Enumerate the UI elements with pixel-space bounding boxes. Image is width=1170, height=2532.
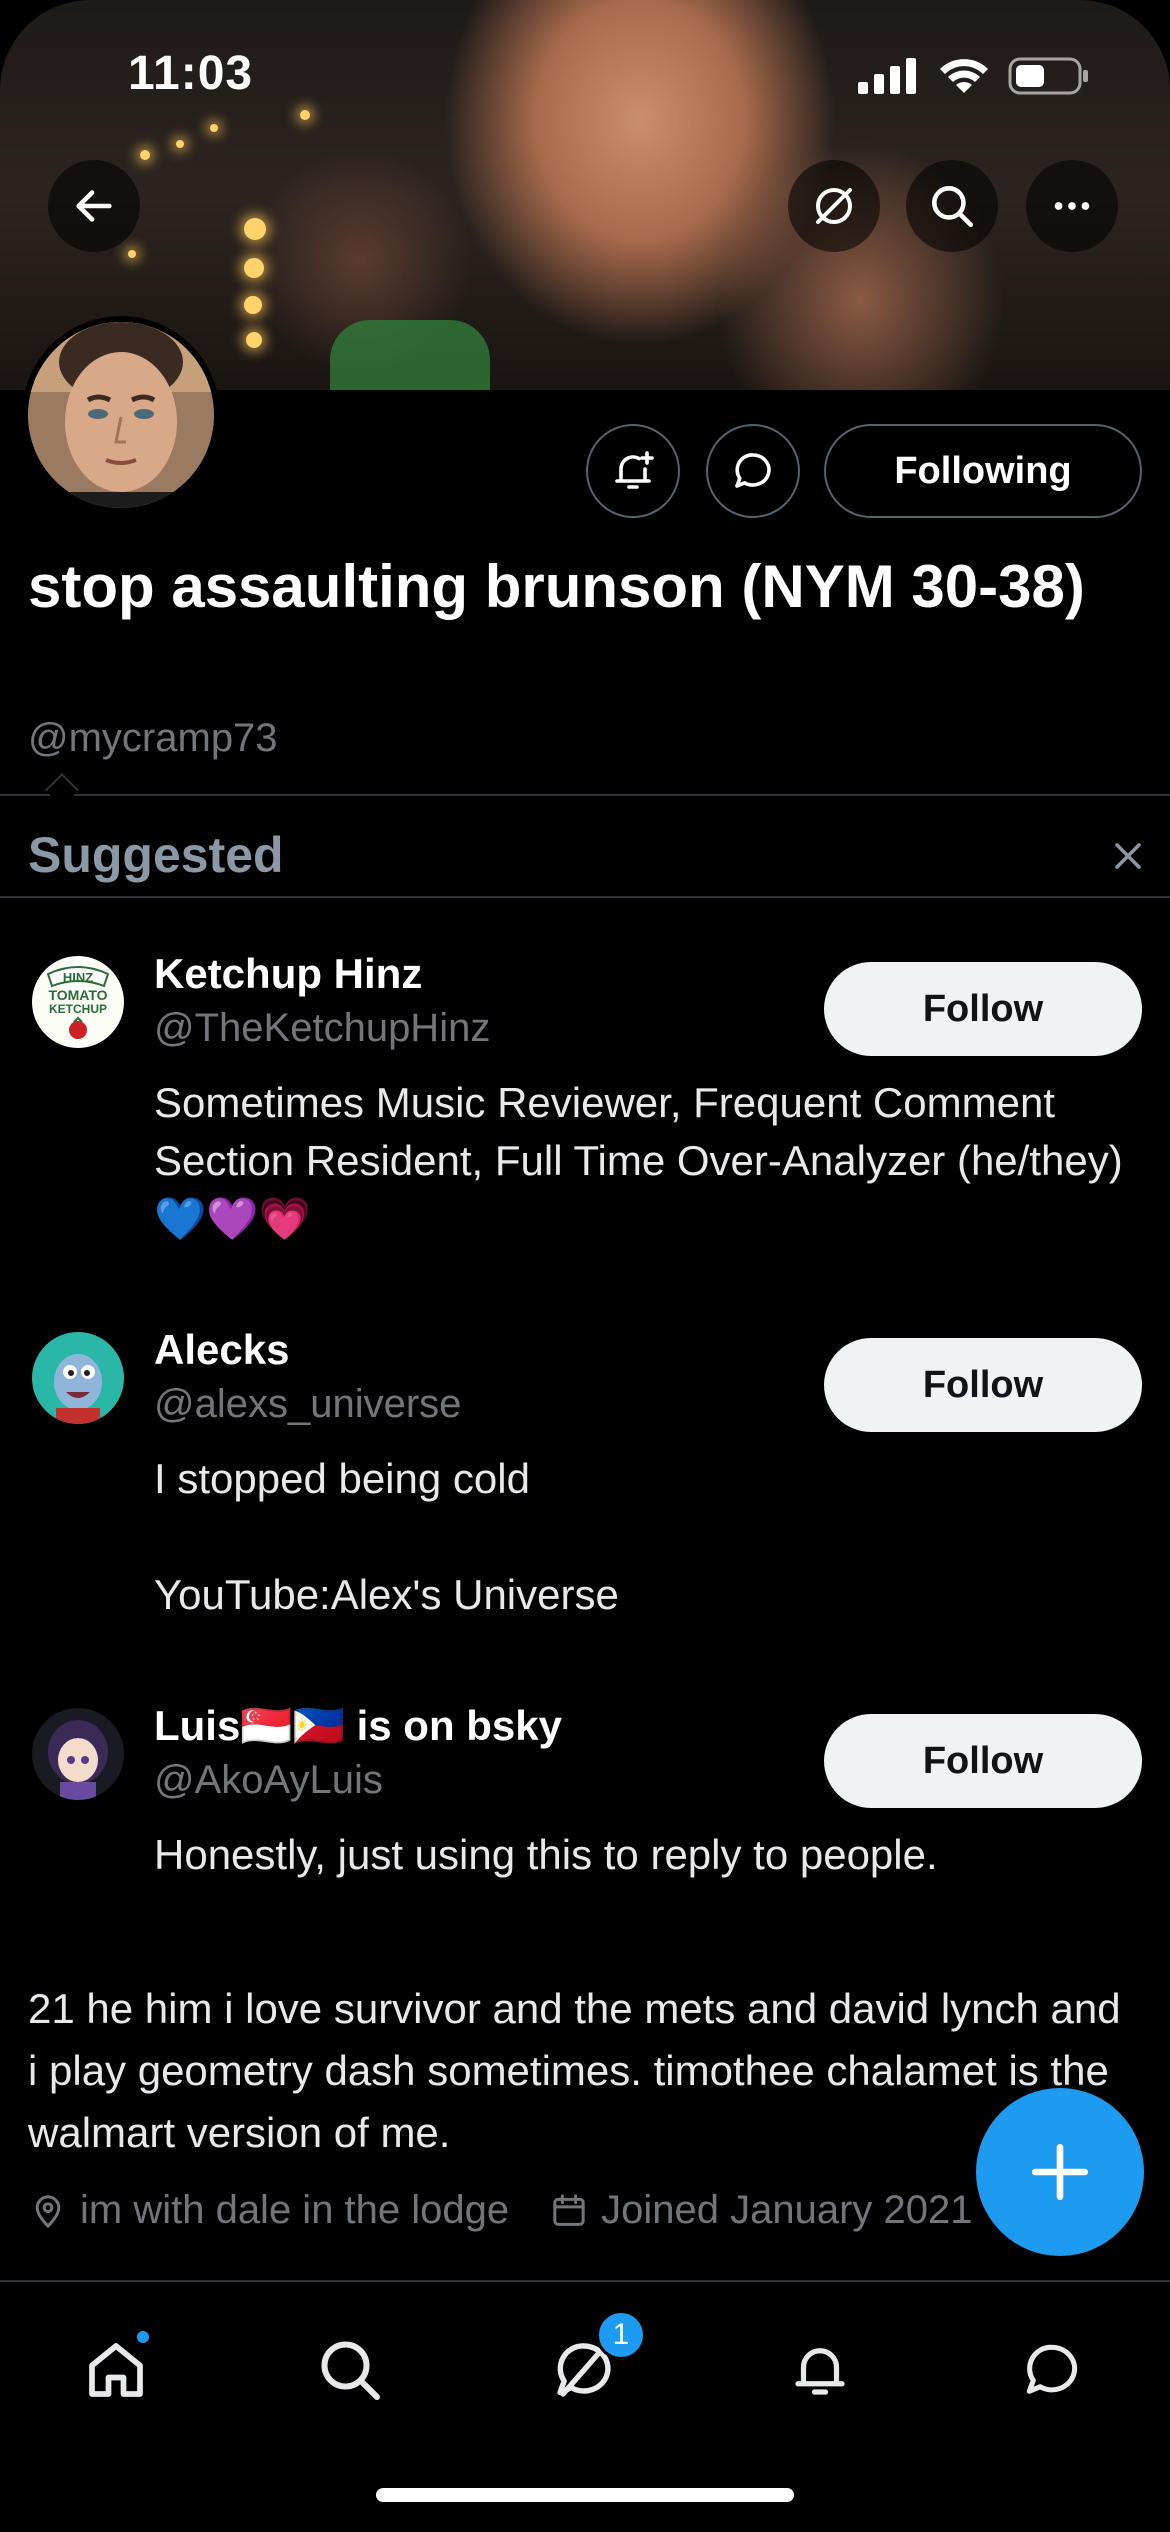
suggested-name[interactable]: Ketchup Hinz — [154, 950, 422, 998]
profile-display-name: stop assaulting brunson (NYM 30-38) — [28, 553, 1085, 620]
suggested-name[interactable]: Luis🇸🇬🇵🇭 is on bsky — [154, 1702, 562, 1751]
svg-text:TOMATO: TOMATO — [48, 987, 107, 1003]
back-button[interactable] — [48, 160, 140, 252]
suggested-bio: Sometimes Music Reviewer, Frequent Comme… — [154, 1079, 1135, 1242]
svg-text:HINZ: HINZ — [63, 970, 93, 985]
following-button[interactable]: Following — [824, 424, 1142, 518]
svg-text:KETCHUP: KETCHUP — [49, 1002, 107, 1016]
suggested-bio: Honestly, just using this to reply to pe… — [154, 1831, 938, 1878]
search-icon — [321, 2341, 380, 2400]
joined-item: Joined January 2021 — [549, 2188, 973, 2233]
suggested-name[interactable]: Alecks — [154, 1326, 289, 1374]
suggested-handle: @TheKetchupHinz — [154, 1006, 491, 1050]
notification-badge: 1 — [596, 2310, 646, 2360]
suggested-avatar[interactable] — [32, 1708, 124, 1800]
battery-icon — [1008, 57, 1088, 95]
follow-button[interactable]: Follow — [824, 1338, 1142, 1432]
no-retweets-button[interactable] — [788, 160, 880, 252]
follow-button[interactable]: Follow — [824, 962, 1142, 1056]
divider — [0, 794, 1170, 796]
avatar-anime-girl — [32, 1708, 124, 1800]
location-pin-icon — [35, 2194, 61, 2228]
more-horizontal-icon — [1054, 202, 1090, 210]
tab-notifications[interactable] — [772, 2322, 868, 2418]
compose-post-button[interactable] — [976, 2088, 1144, 2256]
notifications-subscribe-button[interactable] — [586, 424, 680, 518]
plus-icon — [1031, 2143, 1089, 2201]
profile-bio: 21 he him i love survivor and the mets a… — [28, 1985, 1121, 2156]
calendar-icon — [553, 2194, 585, 2226]
bell-plus-icon — [615, 451, 654, 489]
follow-button[interactable]: Follow — [824, 1714, 1142, 1808]
bell-icon — [795, 2348, 845, 2395]
arrow-left-icon — [76, 190, 112, 222]
wifi-icon — [940, 59, 988, 93]
status-time: 11:03 — [128, 47, 254, 100]
tab-chat[interactable]: 1 — [536, 2310, 646, 2418]
suggested-title: Suggested — [28, 827, 284, 883]
retweet-off-icon — [816, 188, 852, 224]
chat-bubble-icon — [735, 453, 771, 488]
joined-text: Joined January 2021 — [601, 2188, 973, 2232]
location-text: im with dale in the lodge — [80, 2188, 510, 2232]
status-icons — [858, 56, 1090, 96]
avatar-photo — [28, 322, 214, 508]
suggested-avatar[interactable]: HINZ TOMATO KETCHUP — [32, 956, 124, 1048]
close-icon — [1115, 843, 1141, 869]
close-suggested-button[interactable] — [1100, 828, 1156, 884]
profile-meta: im with dale in the lodge Joined January… — [28, 2188, 1013, 2233]
suggested-handle: @AkoAyLuis — [154, 1758, 383, 1802]
chat-bubble-icon — [1026, 2344, 1078, 2394]
tab-home[interactable] — [68, 2322, 164, 2418]
profile-screen: 11:03 Following stop assaulting brunson … — [0, 0, 1170, 2532]
profile-avatar[interactable] — [22, 316, 220, 514]
search-profile-button[interactable] — [906, 160, 998, 252]
suggested-avatar[interactable] — [32, 1332, 124, 1424]
cellular-signal-icon — [858, 58, 916, 94]
unread-dot — [134, 2328, 152, 2346]
suggested-bio: I stopped being cold YouTube:Alex's Univ… — [154, 1455, 619, 1618]
divider — [0, 896, 1170, 898]
more-options-button[interactable] — [1026, 160, 1118, 252]
ketchup-logo: HINZ TOMATO KETCHUP — [32, 956, 124, 1048]
tab-messages[interactable] — [1004, 2322, 1100, 2418]
tab-search[interactable] — [302, 2322, 398, 2418]
suggested-pointer — [45, 773, 79, 807]
home-indicator[interactable] — [376, 2488, 794, 2502]
suggested-handle: @alexs_universe — [154, 1382, 462, 1426]
location-item: im with dale in the lodge — [28, 2188, 509, 2233]
search-icon — [932, 186, 974, 228]
message-button[interactable] — [706, 424, 800, 518]
profile-handle: @mycramp73 — [28, 716, 278, 760]
avatar-cartoon-alien — [32, 1332, 124, 1424]
